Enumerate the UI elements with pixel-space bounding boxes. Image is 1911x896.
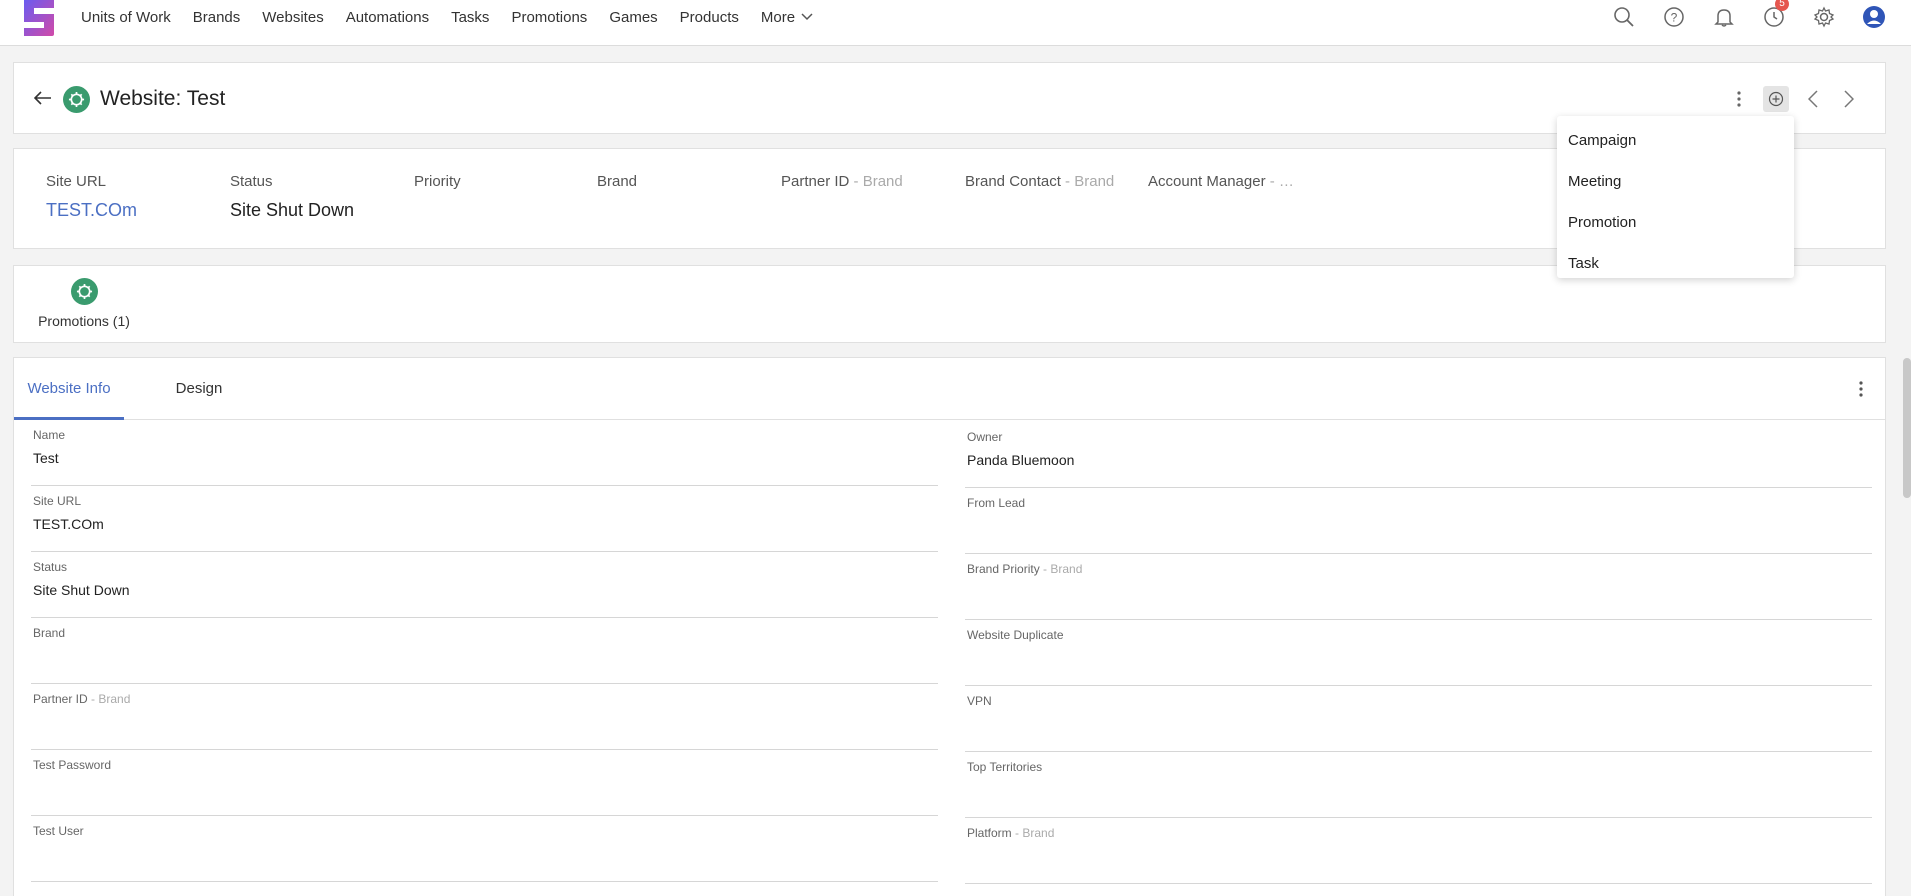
field-test-user[interactable]: Test User	[31, 816, 938, 882]
page-scrollbar[interactable]	[1903, 358, 1911, 498]
summary-partner-id: Partner ID - Brand	[781, 173, 903, 190]
field-label: Top Territories	[967, 760, 1043, 774]
summary-label: Account Manager - …	[1148, 173, 1294, 190]
nav-units-of-work[interactable]: Units of Work	[75, 9, 177, 26]
field-label: Website Duplicate	[967, 628, 1064, 642]
nav-products[interactable]: Products	[674, 9, 745, 26]
chevron-left-icon[interactable]	[1795, 85, 1831, 113]
field-top-territories[interactable]: Top Territories	[965, 752, 1872, 818]
field-brand[interactable]: Brand	[31, 618, 938, 684]
summary-site-url: Site URL TEST.COm	[46, 173, 137, 221]
tab-design[interactable]: Design	[154, 358, 244, 420]
nav-tasks[interactable]: Tasks	[445, 9, 495, 26]
summary-priority: Priority	[414, 173, 461, 190]
summary-label: Priority	[414, 173, 461, 190]
field-label: VPN	[967, 694, 992, 708]
field-label: Test Password	[33, 758, 112, 772]
bell-icon[interactable]	[1699, 0, 1749, 34]
summary-brand: Brand	[597, 173, 637, 190]
summary-label: Site URL	[46, 173, 107, 190]
field-test-password[interactable]: Test Password	[31, 750, 938, 816]
field-label: Name	[33, 428, 66, 442]
summary-label: Status	[230, 173, 273, 190]
field-label: Site URL	[33, 494, 82, 508]
summary-label: Brand	[597, 173, 638, 190]
chevron-right-icon[interactable]	[1831, 85, 1867, 113]
history-badge: 5	[1775, 0, 1789, 11]
nav-automations[interactable]: Automations	[340, 9, 435, 26]
plus-circle-icon	[1768, 91, 1784, 107]
menu-item-promotion[interactable]: Promotion	[1557, 202, 1794, 243]
field-name[interactable]: Name Test	[31, 420, 938, 486]
nav-more-label: More	[760, 8, 796, 26]
more-vertical-icon[interactable]	[1721, 85, 1757, 113]
field-owner[interactable]: Owner Panda Bluemoon	[965, 422, 1872, 488]
summary-value: Site Shut Down	[230, 200, 355, 220]
field-label: Status	[33, 560, 68, 574]
detail-panel: Website Info Design Name Test Site URL T…	[13, 357, 1886, 896]
menu-item-task[interactable]: Task	[1557, 243, 1794, 284]
site-url-link[interactable]: TEST.COm	[46, 200, 137, 221]
add-related-button[interactable]	[1763, 86, 1789, 112]
add-related-menu: Campaign Meeting Promotion Task	[1557, 116, 1794, 278]
top-navigation-bar: Units of Work Brands Websites Automation…	[0, 0, 1911, 46]
menu-item-campaign[interactable]: Campaign	[1557, 120, 1794, 161]
nav-games[interactable]: Games	[603, 9, 663, 26]
help-icon[interactable]: ?	[1649, 0, 1699, 34]
nav-more-menu[interactable]: More	[755, 9, 819, 26]
user-icon[interactable]	[1849, 0, 1899, 34]
summary-label: Partner ID - Brand	[781, 173, 903, 190]
field-value: Test	[33, 450, 59, 466]
app-logo[interactable]	[20, 0, 56, 36]
website-record-icon	[63, 86, 90, 113]
field-from-lead[interactable]: From Lead	[965, 488, 1872, 554]
nav-websites[interactable]: Websites	[256, 9, 329, 26]
field-label: Partner ID - Brand	[33, 692, 131, 706]
field-platform[interactable]: Platform - Brand	[965, 818, 1872, 884]
field-site-url[interactable]: Site URL TEST.COm	[31, 486, 938, 552]
summary-status: Status Site Shut Down	[230, 173, 354, 221]
field-vpn[interactable]: VPN	[965, 686, 1872, 752]
field-website-duplicate[interactable]: Website Duplicate	[965, 620, 1872, 686]
menu-item-meeting[interactable]: Meeting	[1557, 161, 1794, 202]
header-actions	[1721, 85, 1867, 113]
top-icons: ? 5	[1599, 0, 1899, 34]
field-label: Owner	[967, 430, 1003, 444]
field-label: Test User	[33, 824, 84, 838]
field-brand-priority[interactable]: Brand Priority - Brand	[965, 554, 1872, 620]
nav-promotions[interactable]: Promotions	[505, 9, 593, 26]
field-label: Brand Priority - Brand	[967, 562, 1083, 576]
field-value: Site Shut Down	[33, 582, 130, 598]
promotion-icon	[70, 278, 98, 305]
field-partner-id[interactable]: Partner ID - Brand	[31, 684, 938, 750]
detail-tabs: Website Info Design	[14, 358, 1885, 420]
back-arrow-icon[interactable]	[30, 85, 56, 111]
site-url-link[interactable]: TEST.COm	[33, 516, 104, 532]
nav-brands[interactable]: Brands	[187, 9, 247, 26]
gear-icon[interactable]	[1799, 0, 1849, 34]
svg-text:?: ?	[1671, 11, 1678, 25]
summary-brand-contact: Brand Contact - Brand	[965, 173, 1114, 190]
clock-icon[interactable]: 5	[1749, 0, 1799, 34]
tab-website-info[interactable]: Website Info	[14, 358, 124, 420]
field-label: Platform - Brand	[967, 826, 1055, 840]
related-promotions-label: Promotions (1)	[38, 313, 130, 329]
owner-link[interactable]: Panda Bluemoon	[967, 452, 1074, 468]
page-title: Website: Test	[100, 87, 226, 110]
field-label: From Lead	[967, 496, 1026, 510]
related-promotions[interactable]: Promotions (1)	[34, 278, 134, 329]
field-status[interactable]: Status Site Shut Down	[31, 552, 938, 618]
chevron-down-icon	[801, 13, 813, 21]
main-nav: Units of Work Brands Websites Automation…	[70, 0, 824, 34]
field-label: Brand	[33, 626, 66, 640]
more-vertical-icon[interactable]	[1849, 376, 1873, 402]
search-icon[interactable]	[1599, 0, 1649, 34]
summary-label: Brand Contact - Brand	[965, 173, 1115, 190]
summary-account-manager: Account Manager - …	[1148, 173, 1294, 190]
